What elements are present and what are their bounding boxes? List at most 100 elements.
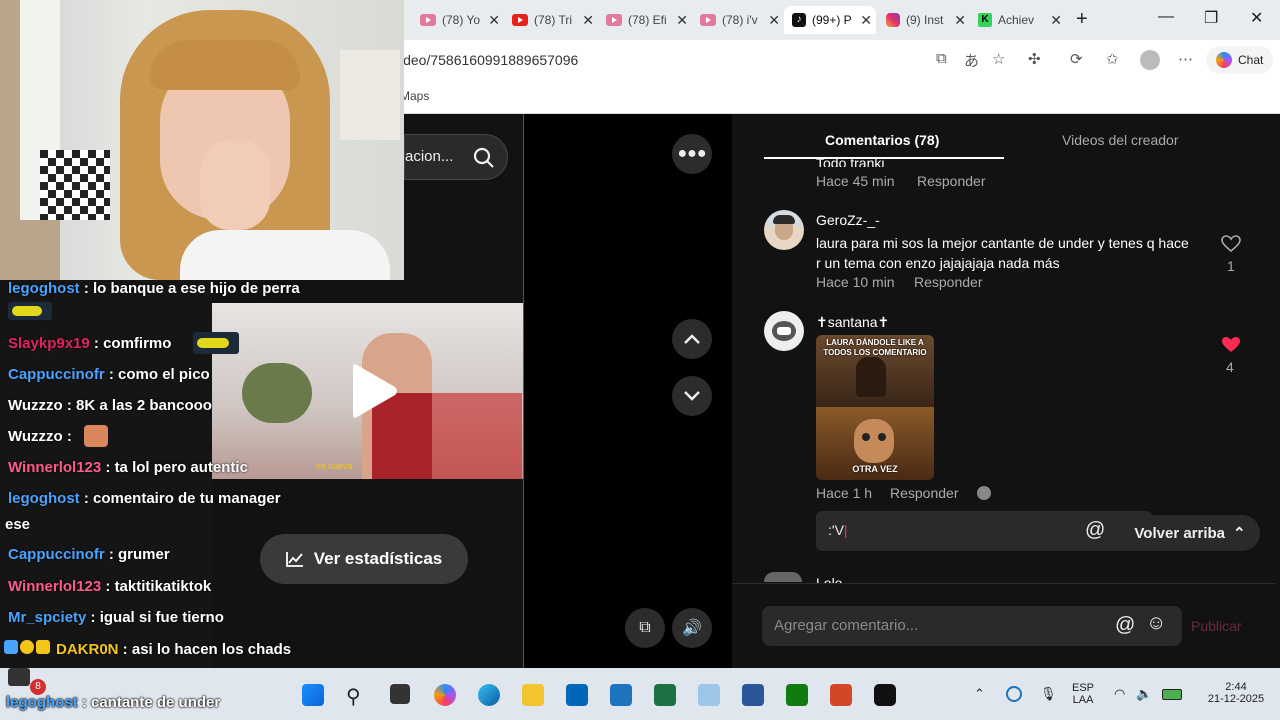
tray-app-icon[interactable]: [1006, 686, 1022, 702]
kick-app-icon[interactable]: [874, 684, 896, 706]
volume-button[interactable]: 🔊: [672, 608, 712, 648]
tab-5-active[interactable]: ♪ (99+) P ✕: [784, 6, 876, 34]
powerpoint-icon[interactable]: [830, 684, 852, 706]
chat-emote: [8, 302, 52, 320]
copilot-chat-button[interactable]: Chat: [1206, 46, 1274, 74]
copilot-icon[interactable]: [434, 684, 456, 706]
tab-title: Achiev: [998, 13, 1035, 27]
edge-icon[interactable]: [478, 684, 500, 706]
close-icon[interactable]: ✕: [676, 12, 688, 29]
battery-icon[interactable]: [1162, 689, 1182, 700]
favorite-star-icon[interactable]: ☆: [992, 50, 1005, 68]
new-tab-button[interactable]: +: [1076, 8, 1088, 31]
comment-username[interactable]: GeroZz-_-: [816, 210, 880, 230]
next-video-button[interactable]: [672, 376, 712, 416]
chat-text: : taktitikatiktok: [101, 578, 212, 595]
url-field[interactable]: ideo/7586160991889657096: [400, 52, 578, 68]
file-explorer-icon[interactable]: [522, 684, 544, 706]
publish-button[interactable]: Publicar: [1191, 618, 1242, 634]
tray-overflow-icon[interactable]: ⌃: [974, 686, 985, 702]
close-icon[interactable]: ✕: [954, 12, 966, 29]
tab-title: (9) Inst: [906, 13, 944, 27]
mention-icon[interactable]: @: [1085, 519, 1105, 542]
meme-top-caption: LAURA DÁNDOLE LIKE A TODOS LOS COMENTARI…: [823, 338, 927, 357]
previous-video-button[interactable]: [672, 319, 712, 359]
tab-6[interactable]: (9) Inst ✕: [878, 6, 970, 34]
mention-icon[interactable]: @: [1115, 614, 1135, 637]
chat-message: Winnerlol123 : taktitikatiktok: [8, 578, 211, 595]
like-heart-icon[interactable]: [1221, 235, 1241, 253]
close-icon[interactable]: ✕: [1050, 12, 1062, 29]
close-icon[interactable]: ✕: [488, 12, 500, 29]
search-icon[interactable]: [471, 145, 497, 171]
chat-username: Wuzzzo: [8, 428, 63, 445]
favorites-icon[interactable]: ✩: [1106, 50, 1119, 68]
tab-creator-videos[interactable]: Videos del creador: [1062, 132, 1178, 148]
more-options-button[interactable]: ●●●: [672, 134, 712, 174]
comment-username[interactable]: Lolo: [816, 573, 842, 583]
more-dots-icon: ●●●: [677, 145, 707, 162]
back-to-top-button[interactable]: Volver arriba ⌃: [1120, 515, 1260, 551]
clock[interactable]: 2:44 21-12-2025: [1196, 681, 1276, 705]
chat-username: Cappuccinofr: [8, 366, 105, 383]
avatar[interactable]: [764, 311, 804, 351]
chat-message: ese: [5, 516, 30, 533]
photos-icon[interactable]: [698, 684, 720, 706]
open-app-icon[interactable]: ⧉: [936, 50, 947, 67]
reply-link[interactable]: Responder: [917, 173, 986, 189]
chat-text: : como el pico: [104, 366, 210, 383]
start-icon[interactable]: [302, 684, 324, 706]
avatar[interactable]: [764, 210, 804, 250]
tab-1[interactable]: (78) Yo ✕: [412, 6, 504, 34]
tab-4[interactable]: (78) i'v ✕: [692, 6, 784, 34]
excel-icon[interactable]: [654, 684, 676, 706]
language-indicator[interactable]: ESP LAA: [1072, 682, 1094, 706]
volume-tray-icon[interactable]: 🔈: [1136, 686, 1152, 702]
tab-title: (78) Tri: [534, 13, 573, 27]
close-icon[interactable]: ✕: [860, 12, 872, 29]
tab-2[interactable]: (78) Tri ✕: [504, 6, 598, 34]
search-icon[interactable]: ⚲: [346, 684, 368, 708]
liked-heart-icon[interactable]: [1221, 336, 1241, 354]
favorite-maps[interactable]: Maps: [400, 89, 429, 103]
comment-username[interactable]: ✝santana✝: [816, 312, 889, 332]
minimize-button[interactable]: —: [1158, 8, 1174, 26]
reply-link[interactable]: Responder: [890, 485, 959, 501]
restore-button[interactable]: ❐: [1204, 8, 1218, 28]
close-window-button[interactable]: ✕: [1250, 8, 1263, 28]
play-icon[interactable]: [347, 361, 401, 421]
extensions-icon[interactable]: ✣: [1028, 50, 1041, 68]
profile-avatar[interactable]: [1140, 50, 1160, 70]
task-view-icon[interactable]: [390, 684, 410, 704]
chat-text: : comfirmo: [89, 335, 172, 352]
microphone-icon[interactable]: 🎙: [1040, 686, 1057, 702]
emoji-icon[interactable]: ☺: [1146, 612, 1166, 635]
close-icon[interactable]: ✕: [768, 12, 780, 29]
translate-icon[interactable]: あ: [964, 50, 979, 71]
tab-title: (78) Yo: [442, 13, 481, 27]
view-stats-button[interactable]: Ver estadísticas: [260, 534, 468, 584]
more-menu-icon[interactable]: ⋯: [1178, 50, 1193, 68]
word-icon[interactable]: [742, 684, 764, 706]
comment-text: r un tema con enzo jajajajaja nada más: [816, 255, 1060, 271]
tab-comments[interactable]: Comentarios (78): [825, 132, 939, 148]
chart-icon: [285, 552, 303, 567]
tab-title: (99+) P: [812, 13, 852, 27]
split-screen-icon[interactable]: ⟳: [1070, 50, 1083, 68]
pip-button[interactable]: ⧉: [625, 608, 665, 648]
comment-time: Hace 45 min: [816, 173, 895, 189]
chevron-up-icon: ⌃: [1233, 525, 1246, 542]
meme-image[interactable]: LAURA DÁNDOLE LIKE A TODOS LOS COMENTARI…: [816, 335, 934, 480]
avatar[interactable]: [764, 572, 802, 582]
reply-link[interactable]: Responder: [914, 274, 983, 290]
close-icon[interactable]: ✕: [582, 12, 594, 29]
wifi-icon[interactable]: ◠: [1114, 686, 1125, 702]
search-box[interactable]: acion...: [404, 134, 508, 180]
tab-3[interactable]: (78) Efi ✕: [598, 6, 692, 34]
clock-date: 21-12-2025: [1207, 693, 1265, 705]
tab-7[interactable]: K Achiev ✕: [970, 6, 1066, 34]
chevron-down-icon: [684, 391, 700, 401]
mail-icon[interactable]: [610, 684, 632, 706]
xbox-icon[interactable]: [786, 684, 808, 706]
store-icon[interactable]: [566, 684, 588, 706]
